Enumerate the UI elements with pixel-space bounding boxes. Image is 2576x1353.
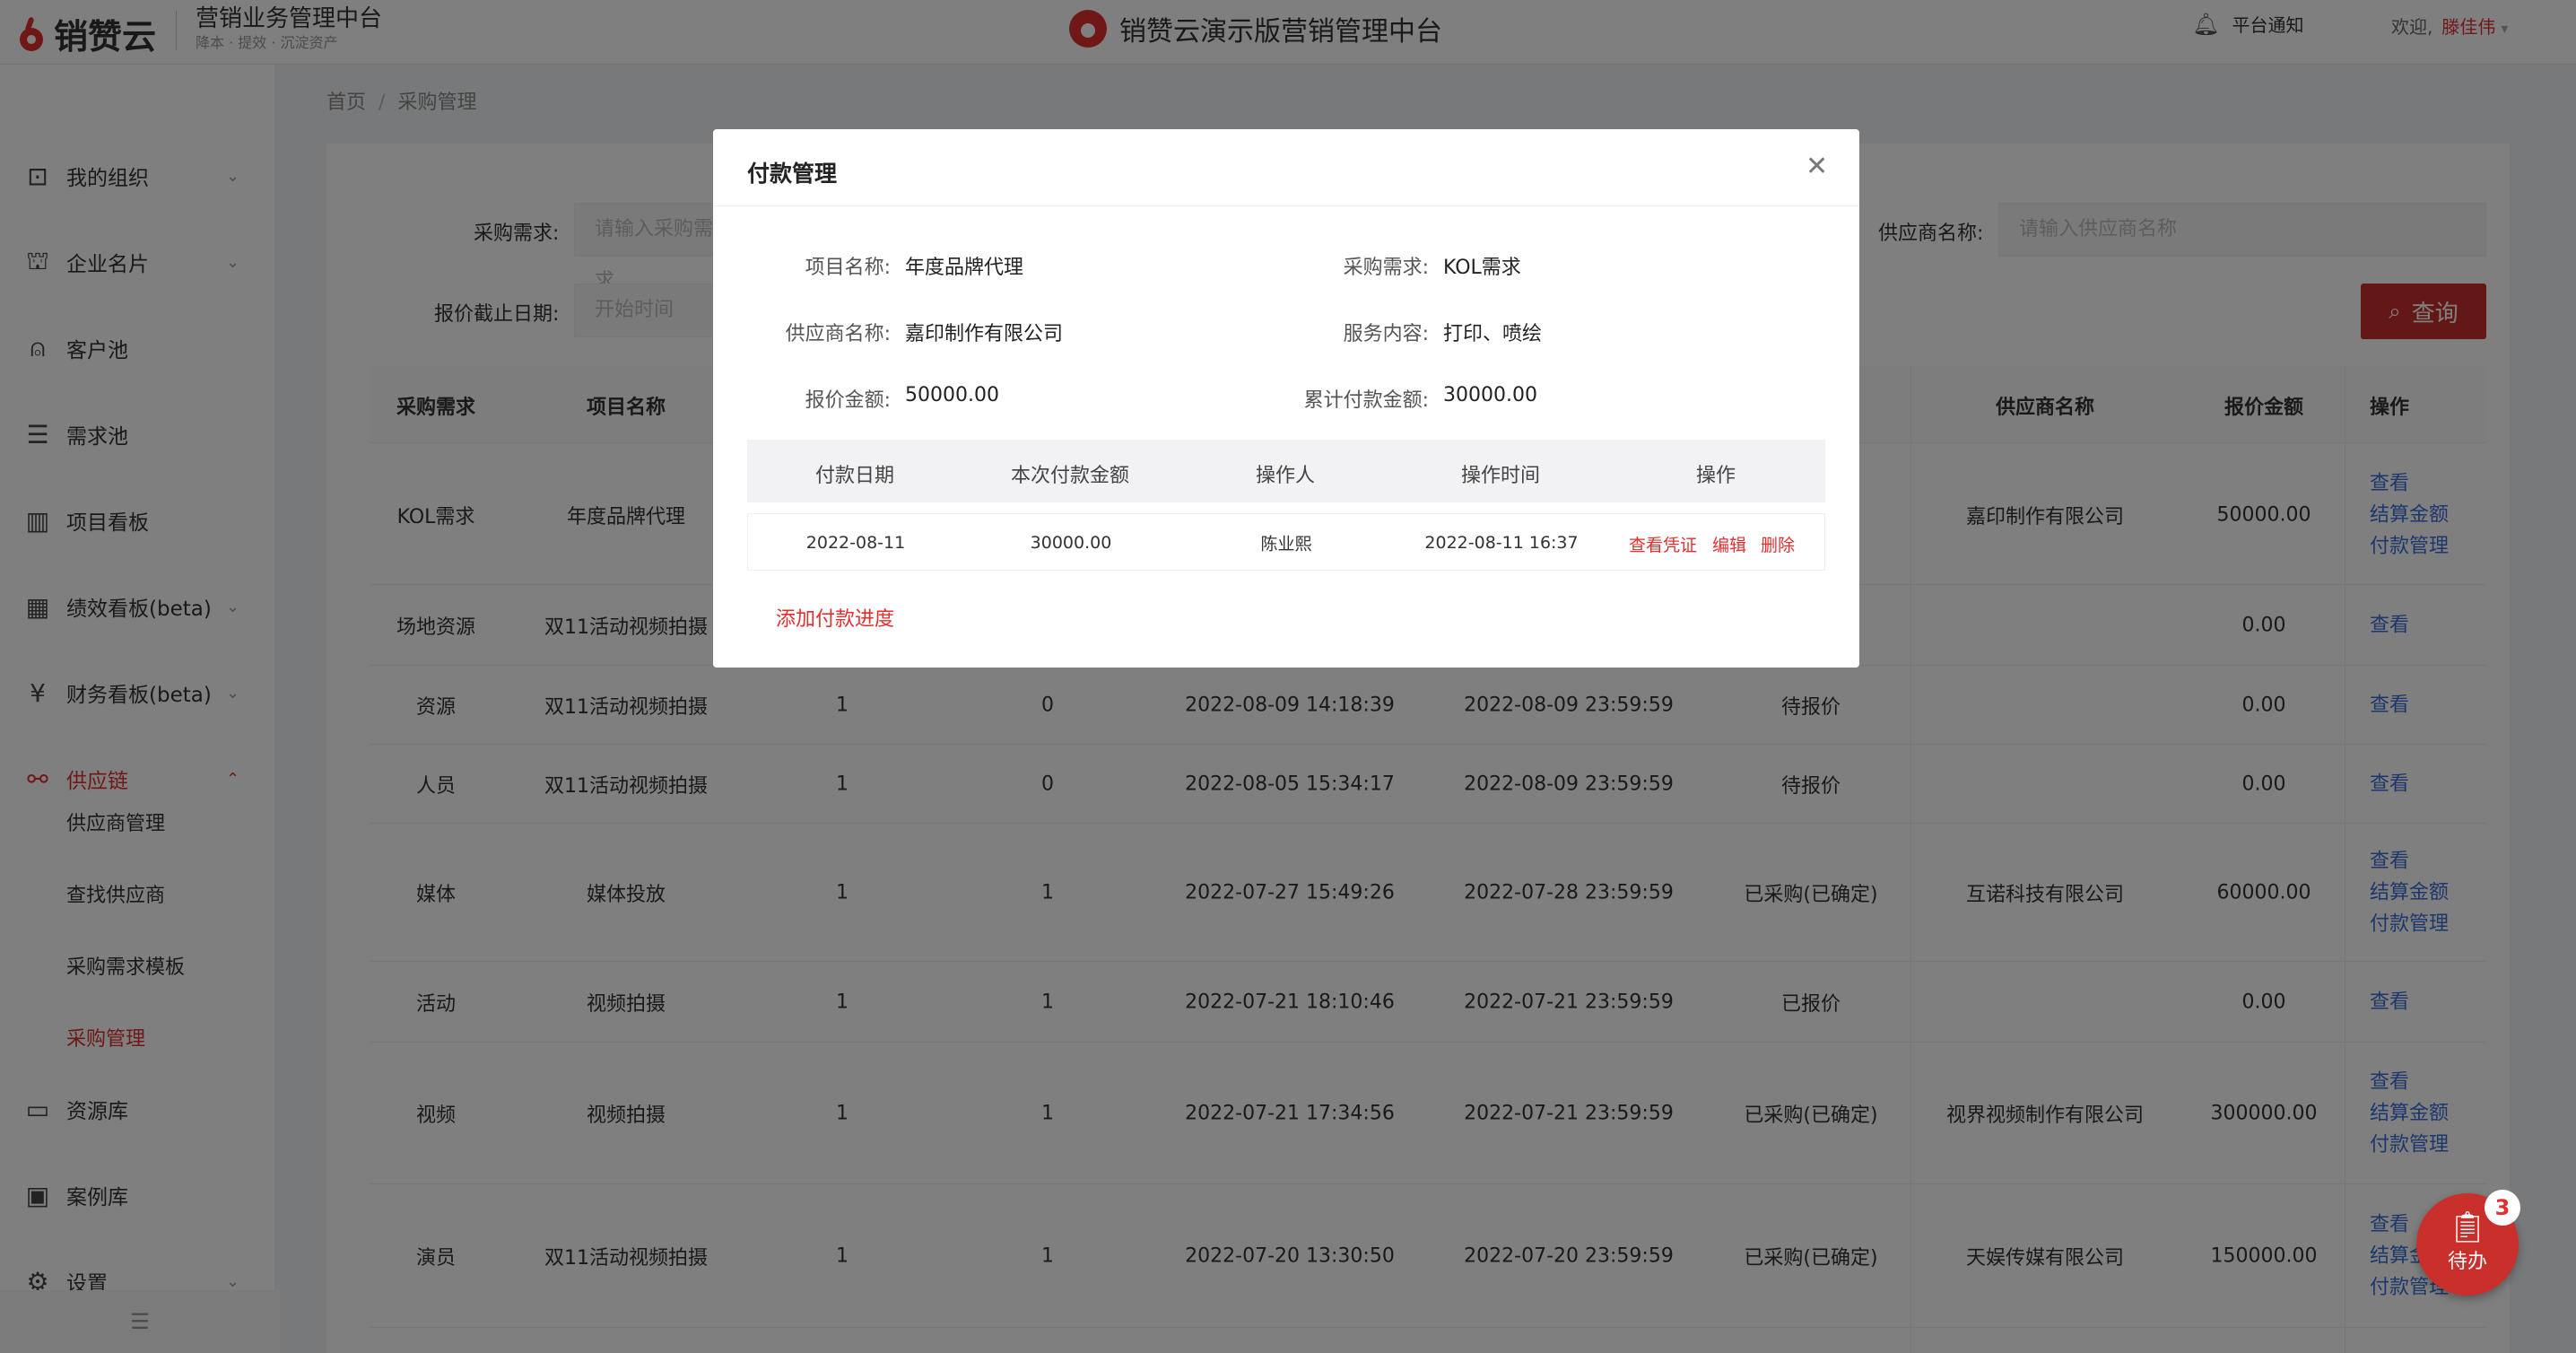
col-header: 操作人 <box>1255 465 1316 487</box>
payment-operator: 陈业熙 <box>1260 534 1312 554</box>
todo-fab[interactable]: 📋︎ 待办 3 <box>2416 1190 2520 1296</box>
view-voucher-link[interactable]: 查看凭证 <box>1629 532 1697 556</box>
delete-link[interactable]: 删除 <box>1761 532 1795 556</box>
edit-link[interactable]: 编辑 <box>1712 532 1746 556</box>
payment-time: 2022-08-11 16:37 <box>1424 533 1579 553</box>
payment-table-header: 付款日期 本次付款金额 操作人 操作时间 操作 <box>747 440 1825 502</box>
col-header: 付款日期 <box>814 465 895 487</box>
demand-label: 采购需求: <box>1343 257 1429 279</box>
quote-label: 报价金额: <box>805 389 891 412</box>
col-header: 操作时间 <box>1460 465 1541 487</box>
col-header: 操作 <box>1695 465 1736 487</box>
payment-amount: 30000.00 <box>1030 533 1112 553</box>
col-header: 本次付款金额 <box>1010 465 1130 487</box>
todo-badge: 3 <box>2485 1190 2520 1226</box>
modal-title: 付款管理 <box>747 161 838 187</box>
project-value: 年度品牌代理 <box>905 257 1024 279</box>
add-payment-link[interactable]: 添加付款进度 <box>776 603 894 632</box>
demand-value: KOL需求 <box>1443 257 1521 279</box>
service-label: 服务内容: <box>1343 323 1429 345</box>
service-value: 打印、喷绘 <box>1443 323 1543 345</box>
paid-label: 累计付款金额: <box>1303 389 1429 412</box>
supplier-value: 嘉印制作有限公司 <box>905 323 1064 345</box>
project-label: 项目名称: <box>805 257 891 279</box>
modal-header: 付款管理 ✕ <box>713 129 1859 206</box>
close-icon[interactable]: ✕ <box>1806 151 1828 182</box>
todo-label: 待办 <box>2447 1251 2487 1273</box>
paid-value: 30000.00 <box>1443 384 1537 406</box>
quote-value: 50000.00 <box>905 384 999 406</box>
supplier-label: 供应商名称: <box>785 323 891 345</box>
payment-row: 2022-08-11 30000.00 陈业熙 2022-08-11 16:37… <box>747 513 1825 571</box>
payment-modal: 付款管理 ✕ 项目名称: 年度品牌代理 采购需求: KOL需求 供应商名称: 嘉… <box>713 129 1859 668</box>
payment-date: 2022-08-11 <box>805 533 906 553</box>
